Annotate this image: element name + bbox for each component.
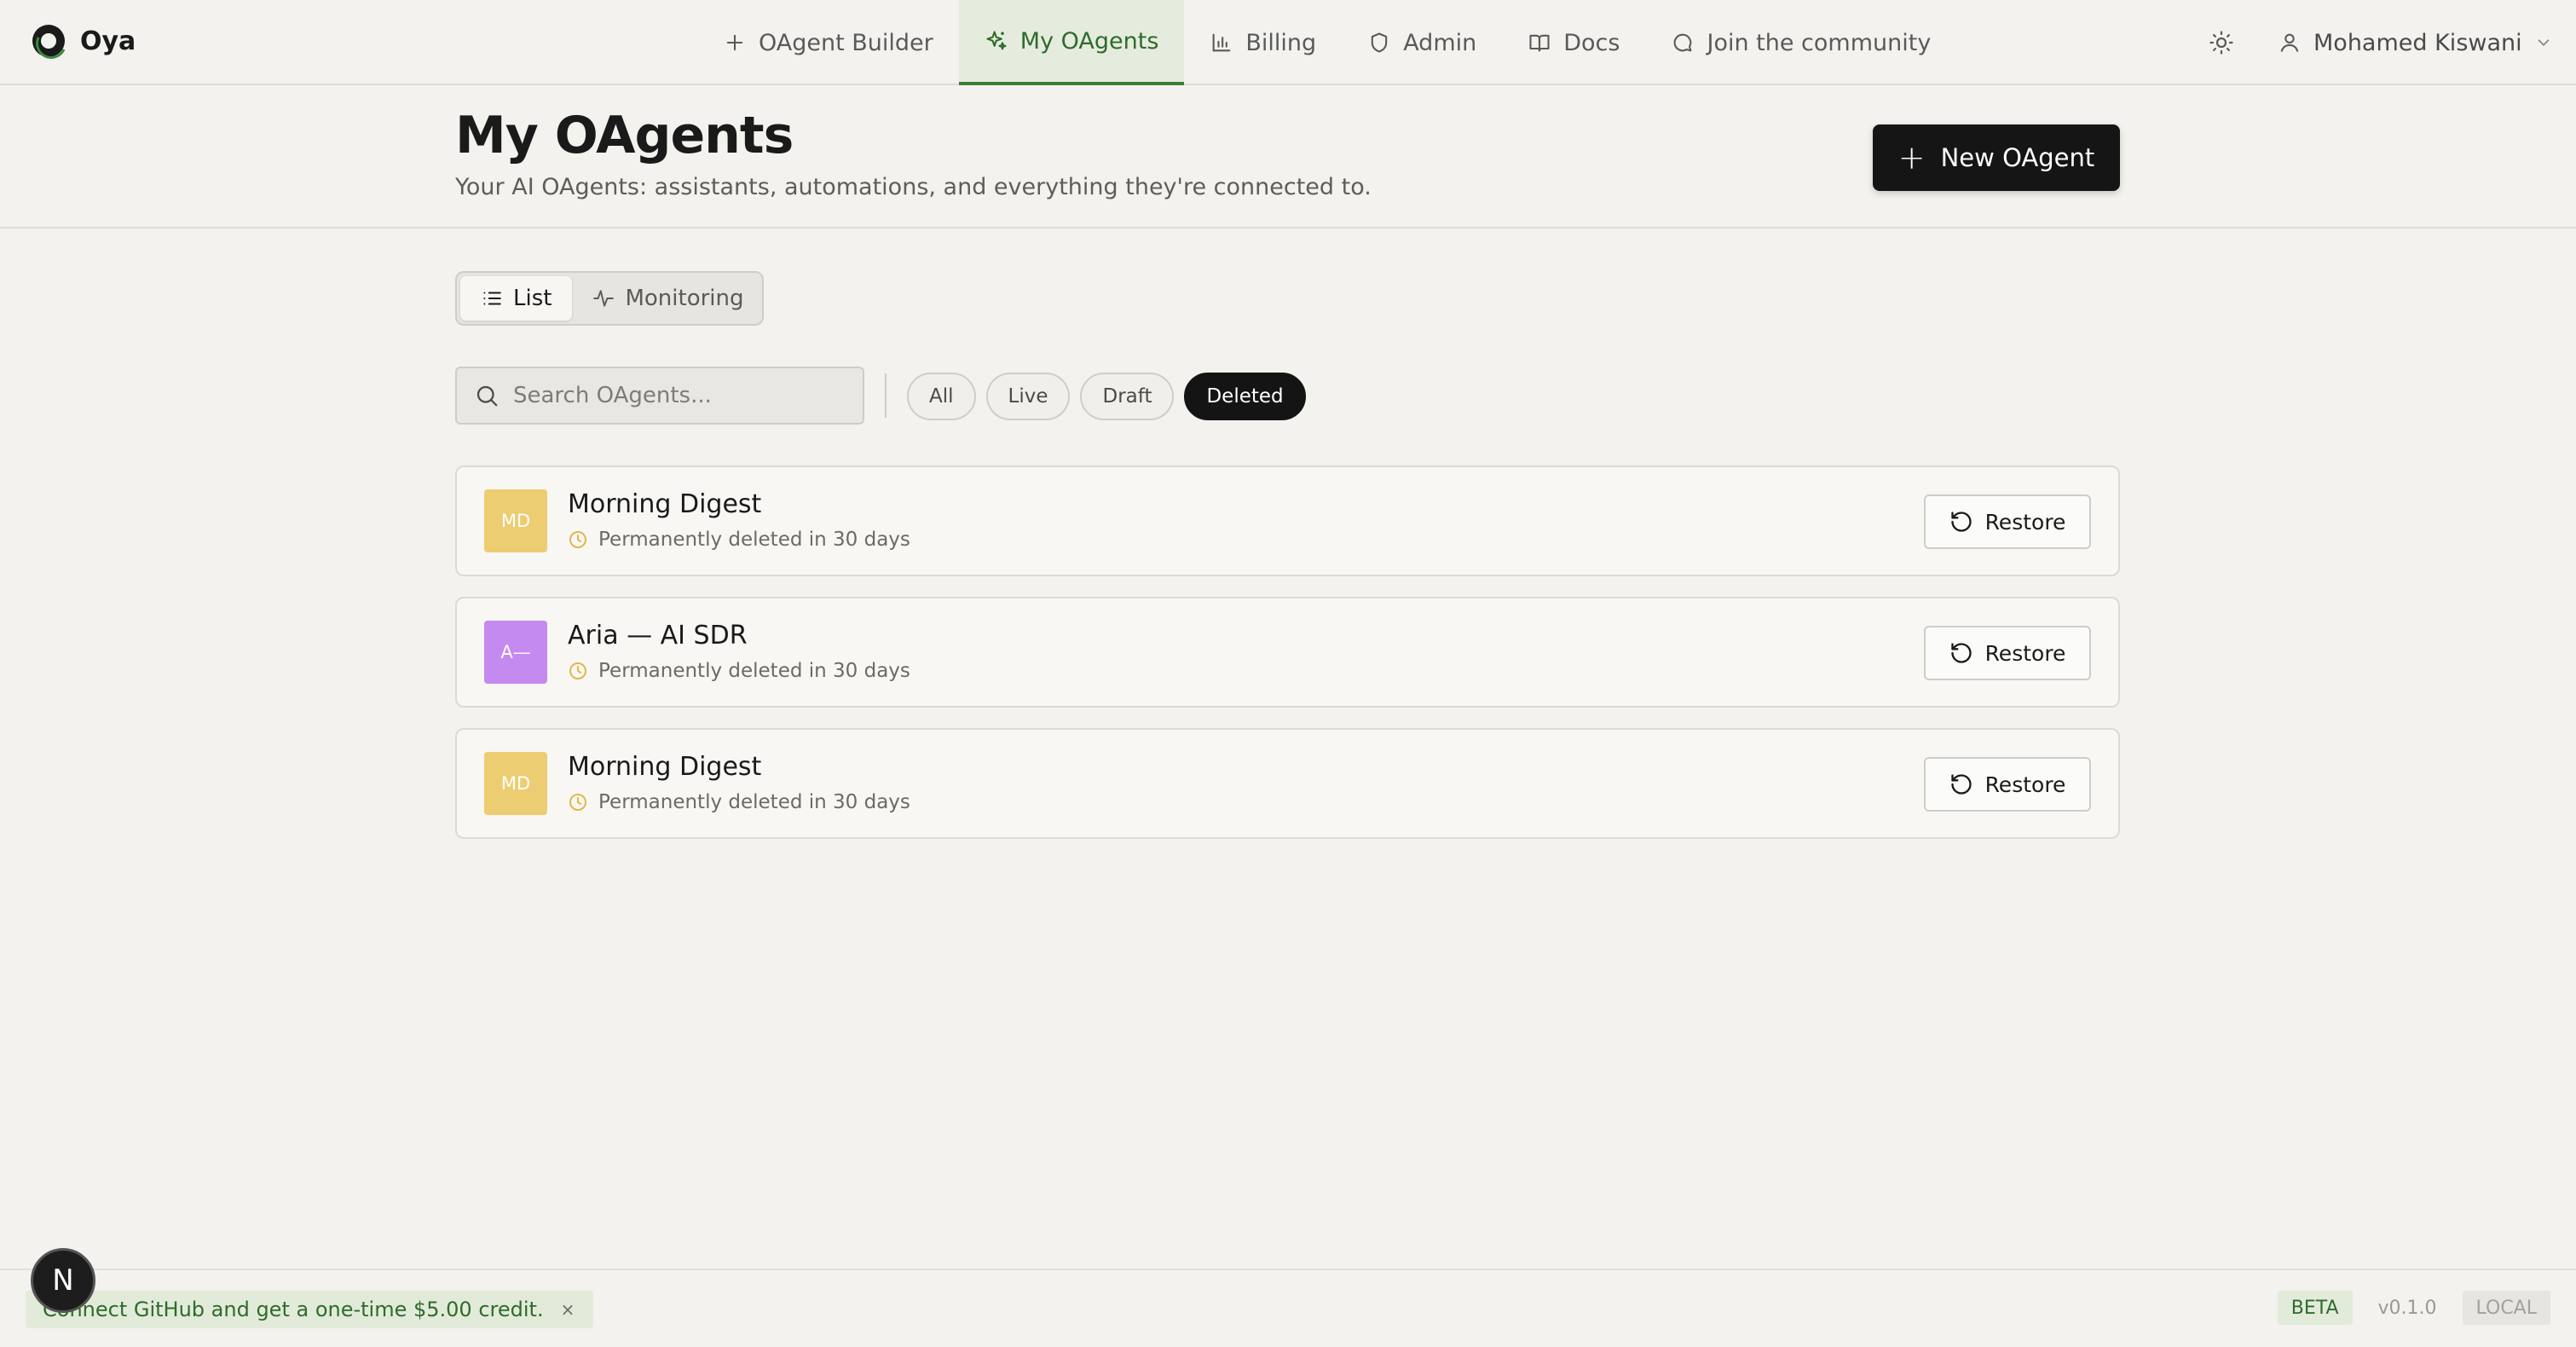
agent-status-text: Permanently deleted in 30 days bbox=[598, 660, 910, 682]
clock-icon bbox=[569, 662, 586, 679]
top-navigation: Oya OAgent Builder My OAgents Billing Ad… bbox=[0, 0, 2576, 85]
agent-card[interactable]: MD Morning Digest Permanently deleted in… bbox=[455, 465, 2120, 576]
user-menu[interactable]: Mohamed Kiswani bbox=[2278, 24, 2553, 61]
restore-label: Restore bbox=[1984, 640, 2066, 666]
oya-logo-icon bbox=[32, 25, 65, 57]
status-filters: All Live Draft Deleted bbox=[907, 373, 1306, 420]
tab-billing[interactable]: Billing bbox=[1184, 0, 1342, 85]
restore-label: Restore bbox=[1984, 509, 2066, 535]
tab-admin[interactable]: Admin bbox=[1342, 0, 1502, 85]
restore-icon bbox=[1950, 643, 1972, 663]
view-toggle: List Monitoring bbox=[455, 271, 764, 326]
search-input[interactable] bbox=[513, 383, 846, 408]
footer-bar: Connect GitHub and get a one-time $5.00 … bbox=[0, 1269, 2576, 1347]
view-monitoring-button[interactable]: Monitoring bbox=[572, 276, 764, 321]
tab-label: OAgent Builder bbox=[759, 29, 933, 56]
env-badge: LOCAL bbox=[2462, 1291, 2550, 1325]
close-icon[interactable]: × bbox=[561, 1299, 575, 1320]
agent-status: Permanently deleted in 30 days bbox=[568, 791, 910, 813]
bar-chart-icon bbox=[1213, 33, 1231, 52]
filter-live[interactable]: Live bbox=[985, 373, 1071, 420]
tab-community[interactable]: Join the community bbox=[1645, 0, 1956, 85]
plus-icon: + bbox=[1897, 139, 1926, 176]
view-list-label: List bbox=[513, 286, 552, 311]
clock-icon bbox=[569, 531, 586, 548]
restore-icon bbox=[1950, 512, 1972, 532]
sparkles-icon bbox=[986, 31, 1007, 50]
agent-status-text: Permanently deleted in 30 days bbox=[598, 791, 910, 813]
beta-badge: BETA bbox=[2277, 1291, 2353, 1325]
agent-card[interactable]: A— Aria — AI SDR Permanently deleted in … bbox=[455, 597, 2120, 708]
new-oagent-button[interactable]: + New OAgent bbox=[1873, 124, 2120, 191]
version-label: v0.1.0 bbox=[2377, 1297, 2437, 1319]
tab-oagent-builder[interactable]: OAgent Builder bbox=[697, 0, 959, 85]
chevron-down-icon bbox=[2538, 39, 2550, 47]
view-monitoring-label: Monitoring bbox=[625, 286, 744, 311]
tab-docs[interactable]: Docs bbox=[1502, 0, 1645, 85]
filter-divider bbox=[885, 373, 887, 418]
agent-avatar: MD bbox=[484, 489, 547, 552]
view-list-button[interactable]: List bbox=[460, 276, 573, 321]
agent-status: Permanently deleted in 30 days bbox=[568, 660, 910, 682]
restore-icon bbox=[1950, 774, 1972, 795]
page-subtitle: Your AI OAgents: assistants, automations… bbox=[455, 174, 1372, 200]
agent-name: Morning Digest bbox=[568, 489, 762, 519]
filter-all[interactable]: All bbox=[907, 373, 976, 420]
shield-icon bbox=[1371, 32, 1388, 53]
agent-name: Morning Digest bbox=[568, 752, 762, 782]
tab-label: Join the community bbox=[1707, 29, 1932, 56]
tab-label: Docs bbox=[1563, 29, 1620, 56]
restore-button[interactable]: Restore bbox=[1924, 757, 2091, 812]
book-icon bbox=[1529, 34, 1550, 52]
plus-icon bbox=[726, 34, 743, 51]
theme-toggle-button[interactable] bbox=[2203, 24, 2240, 61]
restore-label: Restore bbox=[1984, 772, 2066, 797]
user-name: Mohamed Kiswani bbox=[2313, 29, 2522, 56]
restore-button[interactable]: Restore bbox=[1924, 626, 2091, 680]
search-icon bbox=[477, 385, 498, 407]
filter-draft[interactable]: Draft bbox=[1080, 373, 1175, 420]
tab-label: My OAgents bbox=[1019, 27, 1159, 55]
agent-avatar: MD bbox=[484, 752, 547, 815]
sun-icon bbox=[2209, 31, 2233, 55]
agent-name: Aria — AI SDR bbox=[568, 621, 748, 650]
tab-my-oagents[interactable]: My OAgents bbox=[958, 0, 1185, 85]
tab-label: Billing bbox=[1245, 29, 1317, 56]
promo-text: Connect GitHub and get a one-time $5.00 … bbox=[43, 1298, 544, 1321]
page-title: My OAgents bbox=[455, 106, 794, 165]
new-oagent-label: New OAgent bbox=[1940, 143, 2095, 172]
agent-card[interactable]: MD Morning Digest Permanently deleted in… bbox=[455, 728, 2120, 839]
nav-tabs: OAgent Builder My OAgents Billing Admin … bbox=[697, 0, 1956, 85]
brand[interactable]: Oya bbox=[32, 22, 136, 60]
chat-bubble-icon bbox=[1674, 33, 1692, 52]
brand-name: Oya bbox=[80, 26, 136, 56]
list-icon bbox=[483, 292, 501, 305]
build-tags: BETA v0.1.0 LOCAL bbox=[2277, 1291, 2550, 1325]
tab-label: Admin bbox=[1403, 29, 1477, 56]
clock-icon bbox=[569, 794, 586, 811]
activity-icon bbox=[593, 290, 615, 307]
user-icon bbox=[2280, 33, 2299, 52]
search-field[interactable] bbox=[455, 367, 864, 425]
dev-tools-button[interactable]: N bbox=[31, 1248, 95, 1313]
agent-status-text: Permanently deleted in 30 days bbox=[598, 529, 910, 551]
page-header: My OAgents Your AI OAgents: assistants, … bbox=[0, 87, 2576, 228]
restore-button[interactable]: Restore bbox=[1924, 494, 2091, 549]
agent-avatar: A— bbox=[484, 621, 547, 684]
agent-status: Permanently deleted in 30 days bbox=[568, 529, 910, 551]
filter-deleted[interactable]: Deleted bbox=[1184, 373, 1306, 420]
github-promo-banner[interactable]: Connect GitHub and get a one-time $5.00 … bbox=[26, 1291, 594, 1328]
